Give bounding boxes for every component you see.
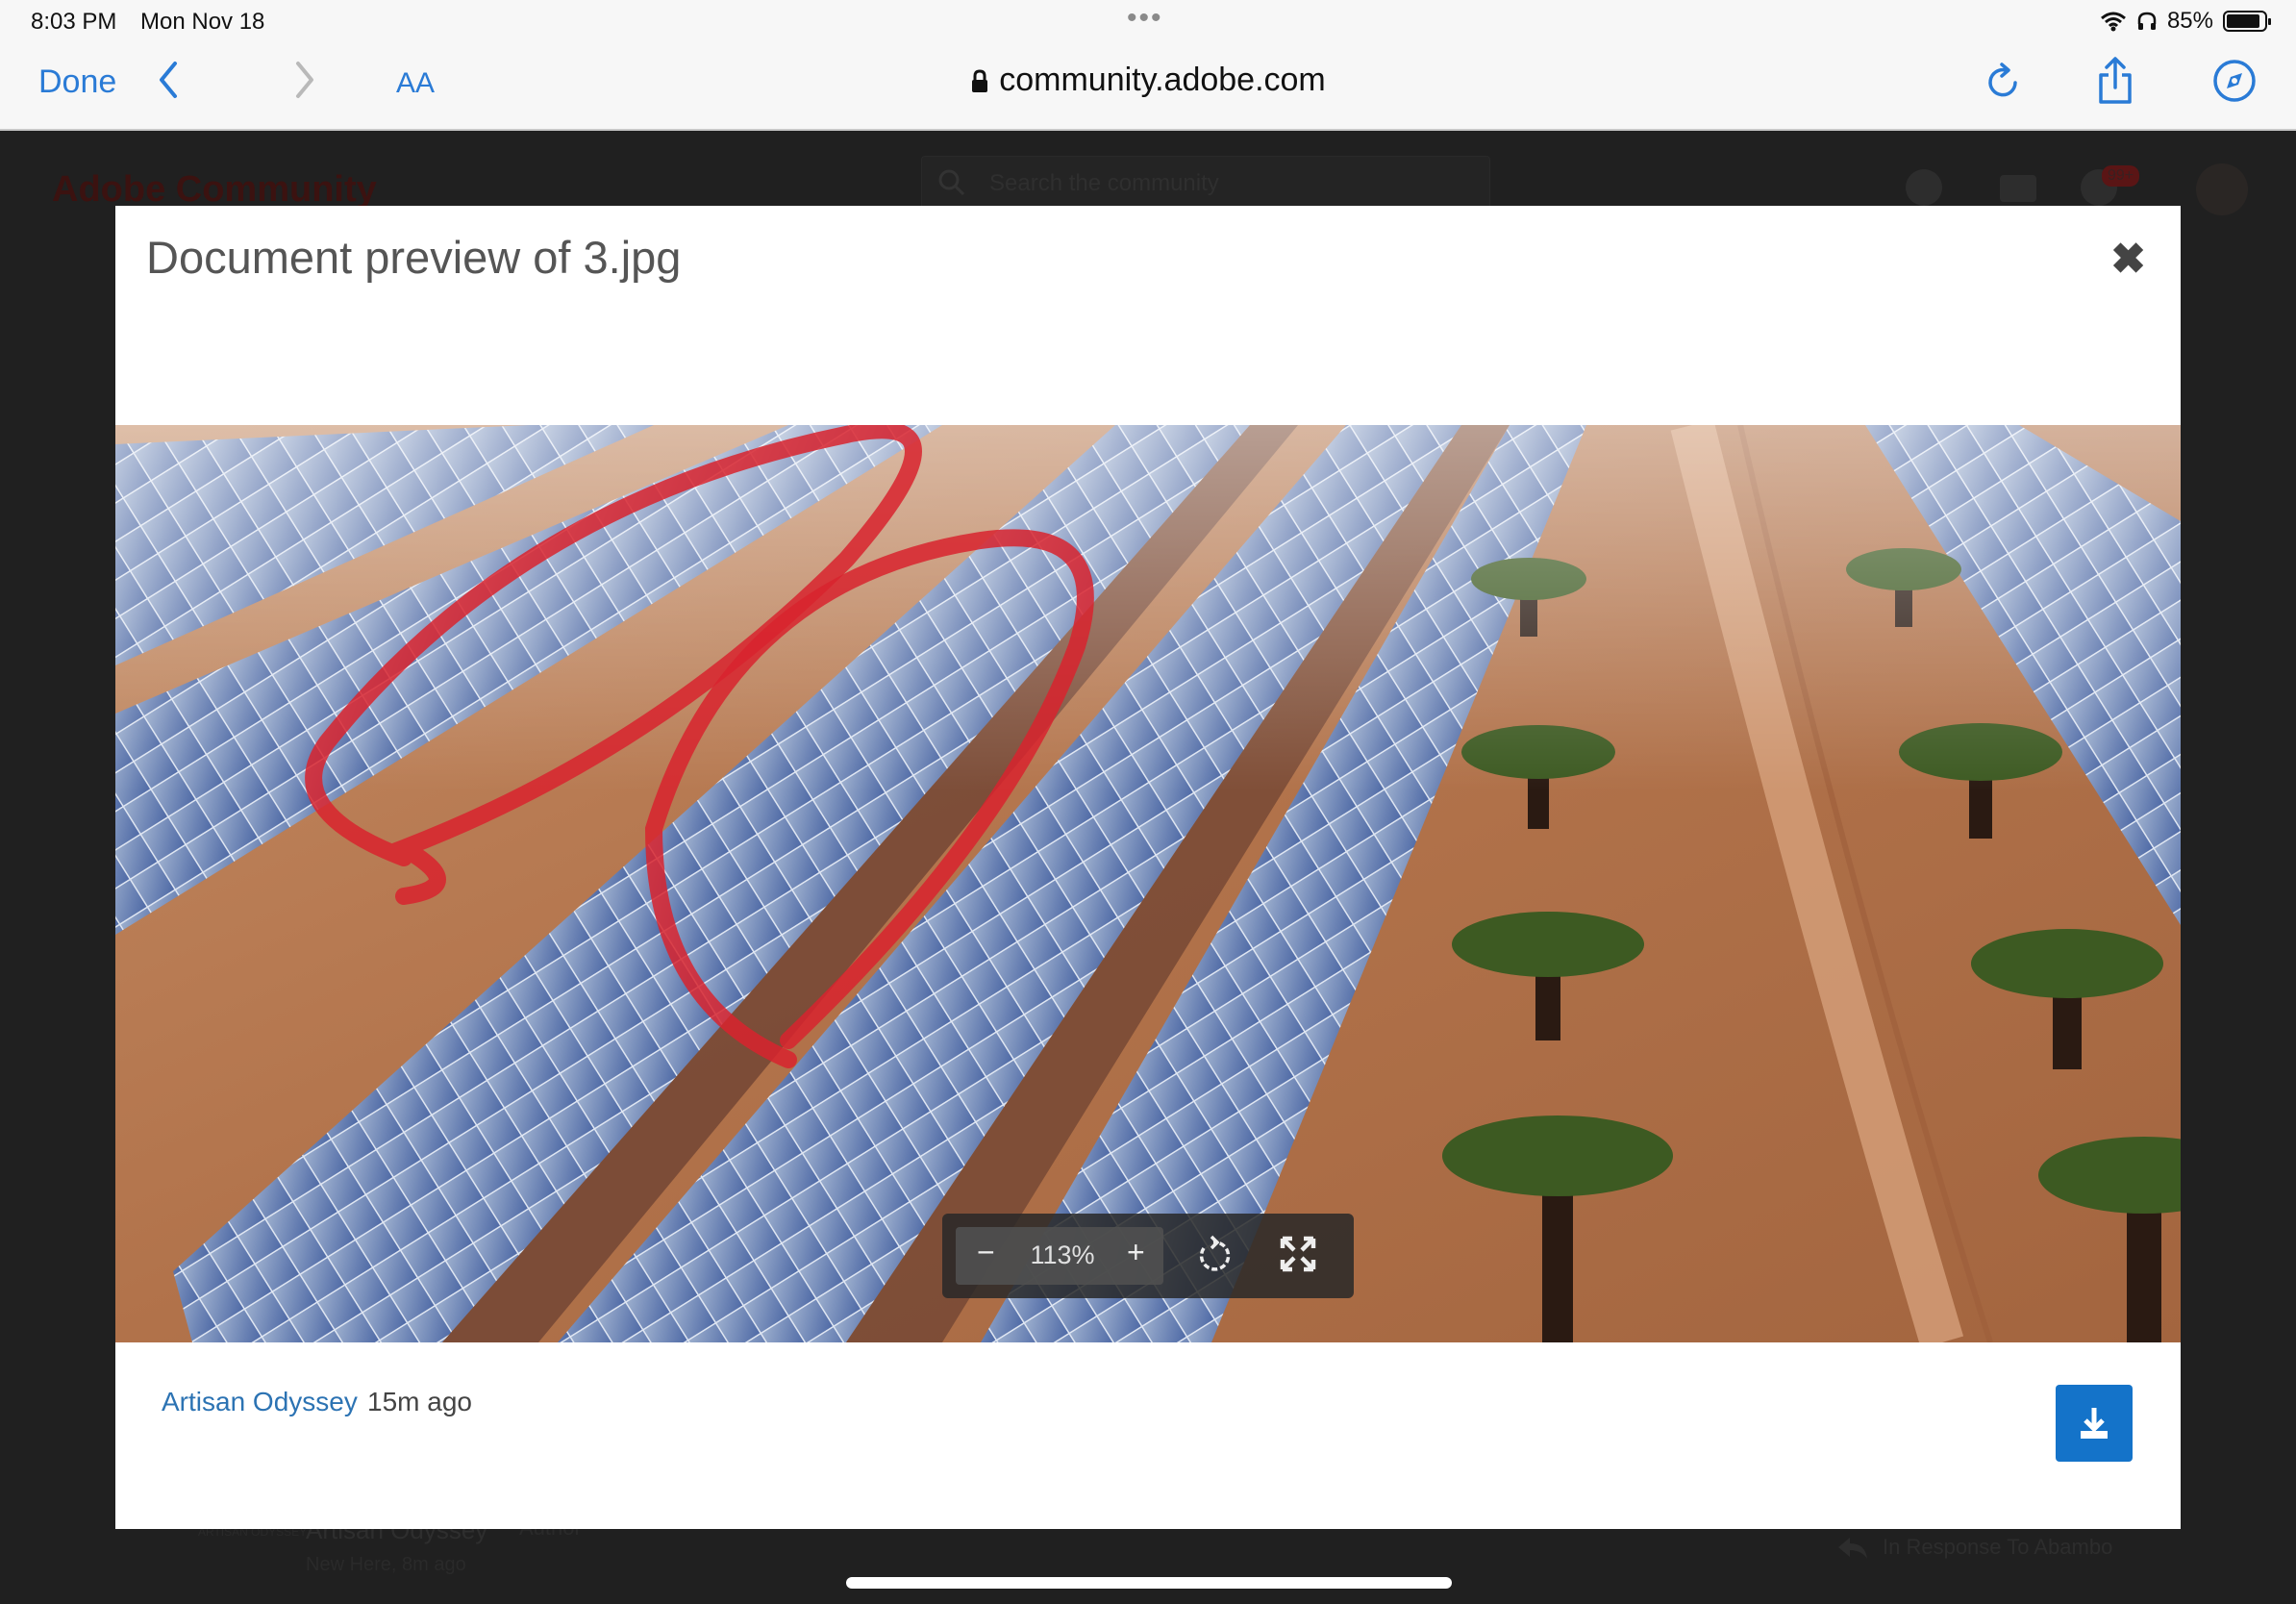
document-preview-modal: Document preview of 3.jpg ✖ − 113% + Art… [115, 206, 2181, 1529]
in-response-text: In Response To Abambo [1883, 1535, 2113, 1559]
download-icon [2081, 1408, 2108, 1439]
lock-icon [972, 69, 988, 93]
zoom-toolbar: − 113% + [942, 1214, 1354, 1298]
rotate-icon [1199, 1235, 1231, 1271]
image-preview[interactable]: − 113% + [115, 425, 2181, 1342]
author-link[interactable]: Artisan Odyssey [162, 1387, 358, 1417]
in-response-link[interactable]: In Response To Abambo [1836, 1535, 2112, 1561]
notification-badge: 99+ [2102, 165, 2140, 187]
search-placeholder: Search the community [989, 170, 1219, 196]
fullscreen-button[interactable] [1279, 1235, 1317, 1278]
globe-icon[interactable] [1906, 169, 1942, 206]
reply-icon [1838, 1538, 1867, 1560]
modal-title: Document preview of 3.jpg [146, 232, 682, 283]
battery-percent: 85% [2166, 8, 2213, 34]
close-icon[interactable]: ✖ [2110, 235, 2146, 284]
post-time: 15m ago [367, 1387, 472, 1416]
status-right: 85% [2100, 8, 2271, 35]
multitask-dots[interactable]: ••• [1127, 2, 1163, 35]
compass-button[interactable] [2211, 58, 2258, 113]
browser-toolbar: Done AA community.adobe.com [0, 42, 2296, 131]
wifi-icon [2100, 12, 2126, 32]
download-button[interactable] [2056, 1385, 2133, 1462]
solar-farm-photo [115, 425, 2181, 1342]
url-text: community.adobe.com [999, 62, 1326, 98]
headphones-icon [2137, 12, 2157, 30]
mail-icon[interactable] [2000, 175, 2036, 202]
status-date: Mon Nov 18 [140, 9, 265, 35]
home-indicator[interactable] [846, 1577, 1452, 1589]
reload-icon [1988, 63, 2017, 97]
fullscreen-icon [1280, 1236, 1316, 1272]
user-avatar[interactable] [2196, 163, 2248, 215]
zoom-out-button[interactable]: − [977, 1235, 995, 1270]
status-time: 8:03 PM [31, 9, 117, 35]
zoom-group: − 113% + [956, 1227, 1163, 1285]
footer-author-meta: New Here, 8m ago [306, 1554, 466, 1575]
community-search[interactable]: Search the community [921, 156, 1490, 212]
status-bar: 8:03 PM Mon Nov 18 ••• 85% [0, 0, 2296, 42]
zoom-in-button[interactable]: + [1127, 1235, 1145, 1270]
share-icon [2099, 57, 2132, 104]
reload-button[interactable] [1984, 60, 2023, 111]
address-bar[interactable]: community.adobe.com [0, 62, 2296, 99]
adobe-community-logo[interactable]: Adobe Community [52, 169, 377, 211]
battery-icon [2223, 11, 2271, 32]
zoom-level: 113% [1030, 1241, 1095, 1269]
search-icon [938, 169, 965, 196]
rotate-button[interactable] [1194, 1235, 1233, 1280]
share-button[interactable] [2096, 56, 2134, 114]
compass-icon [2213, 60, 2256, 102]
